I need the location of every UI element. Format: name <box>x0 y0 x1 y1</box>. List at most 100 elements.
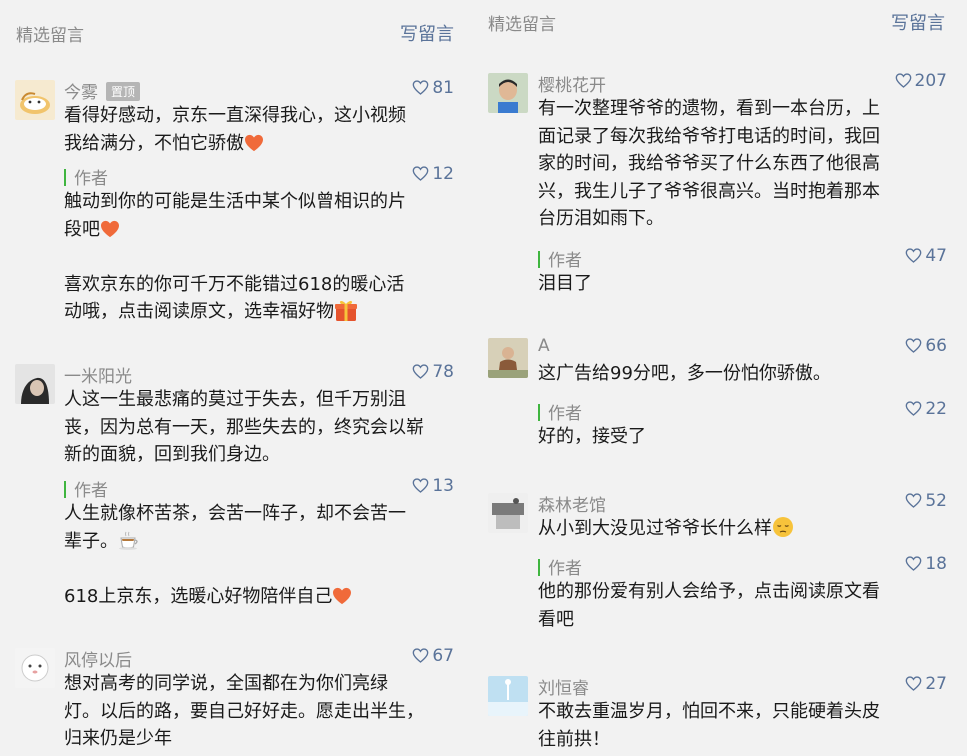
red-heart-emoji <box>244 134 264 152</box>
comment-line-text: 从小到大没见过爷爷长什么样 <box>538 518 772 539</box>
heart-outline-icon <box>905 493 922 508</box>
like-count: 207 <box>914 71 947 91</box>
comment-line: 归来仍是少年 <box>64 728 172 749</box>
comment-text: 有一次整理爷爷的遗物，看到一本台历，上 面记录了每次我给爷爷打电话的时间，我回 … <box>538 95 945 233</box>
left-comment-panel: 精选留言 写留言 今雾 置顶 81 看得好感动，京东一直深得我心，这小视频 我给满… <box>0 0 474 756</box>
tea-emoji <box>119 531 138 550</box>
gift-emoji <box>335 300 357 321</box>
reply-line-text: 动哦，点击阅读原文，选幸福好物 <box>64 301 334 322</box>
like-count: 27 <box>925 674 947 694</box>
avatar[interactable] <box>15 648 55 688</box>
comment-line: 新的面貌，回到我们身边。 <box>64 444 280 465</box>
comment-line: 兴，我生儿子了爷爷很高兴。当时抱着那本 <box>538 180 880 202</box>
avatar[interactable] <box>488 676 528 716</box>
comment-text: 不敢去重温岁月，怕回不来，只能硬着头皮 往前拱！ <box>538 698 945 753</box>
reply-line: 段吧 <box>64 216 452 244</box>
like-count: 81 <box>432 78 454 98</box>
comment-text: 看得好感动，京东一直深得我心，这小视频 我给满分，不怕它骄傲 <box>64 102 452 157</box>
like-button[interactable]: 66 <box>905 336 947 356</box>
avatar[interactable] <box>488 73 528 113</box>
like-button[interactable]: 78 <box>412 362 454 382</box>
reply-text: 泪目了 <box>538 270 945 298</box>
reply-line: 人生就像杯苦茶，会苦一阵子，却不会苦一 <box>64 503 406 524</box>
like-button[interactable]: 47 <box>905 246 947 266</box>
reply-line: 喜欢京东的你可千万不能错过618的暖心活 <box>64 273 405 295</box>
write-comment-link[interactable]: 写留言 <box>400 20 454 46</box>
commenter-name[interactable]: 森林老馆 <box>538 491 606 516</box>
heart-outline-icon <box>905 401 922 416</box>
section-label: 精选留言 <box>16 26 84 46</box>
avatar[interactable] <box>488 338 528 378</box>
comment-line: 从小到大没见过爷爷长什么样 <box>538 515 945 543</box>
comment-line: 台历泪如雨下。 <box>538 208 664 229</box>
comment-line: 往前拱！ <box>538 728 610 750</box>
reply-line <box>64 243 452 271</box>
heart-outline-icon <box>412 478 429 493</box>
comment-line: 面记录了每次我给爷爷打电话的时间，我回 <box>538 125 880 147</box>
reply-line-text: 618上京东，选暖心好物陪伴自己 <box>64 585 333 607</box>
author-reply-bar <box>538 559 540 576</box>
commenter-name[interactable]: 一米阳光 <box>64 362 132 387</box>
heart-outline-icon <box>412 364 429 379</box>
like-count: 52 <box>925 491 947 511</box>
reply-line <box>64 555 452 583</box>
comment-line: 丧，因为总有一天，那些失去的，终究会以崭 <box>64 416 424 438</box>
like-button[interactable]: 27 <box>905 674 947 694</box>
like-button[interactable]: 22 <box>905 399 947 419</box>
heart-outline-icon <box>905 556 922 571</box>
commenter-name[interactable]: 樱桃花开 <box>538 71 606 96</box>
like-button[interactable]: 207 <box>895 71 947 91</box>
author-label: 作者 <box>548 559 582 579</box>
commenter-name[interactable]: 风停以后 <box>64 646 132 671</box>
pensive-face-emoji <box>773 517 793 537</box>
author-label: 作者 <box>74 169 108 189</box>
like-count: 13 <box>432 476 454 496</box>
author-reply-bar <box>538 251 540 268</box>
reply-line: 动哦，点击阅读原文，选幸福好物 <box>64 298 452 326</box>
like-button[interactable]: 18 <box>905 554 947 574</box>
author-reply-bar <box>64 481 66 498</box>
red-heart-emoji <box>332 587 352 605</box>
comment-line-text: 我给满分，不怕它骄傲 <box>64 132 244 154</box>
red-heart-emoji <box>100 220 120 238</box>
comment-line: 有一次整理爷爷的遗物，看到一本台历，上 <box>538 98 880 119</box>
avatar[interactable] <box>15 80 55 120</box>
reply-line-text: 段吧 <box>64 218 100 240</box>
pinned-badge: 置顶 <box>106 82 141 101</box>
heart-outline-icon <box>905 338 922 353</box>
like-count: 18 <box>925 554 947 574</box>
like-button[interactable]: 13 <box>412 476 454 496</box>
like-button[interactable]: 12 <box>412 164 454 184</box>
like-count: 22 <box>925 399 947 419</box>
like-button[interactable]: 67 <box>412 646 454 666</box>
comment-line: 家的时间，我给爷爷买了什么东西了他很高 <box>538 153 880 174</box>
comment-text: 想对高考的同学说，全国都在为你们亮绿 灯。以后的路，要自己好好走。愿走出半生， … <box>64 670 452 753</box>
author-reply-bar <box>64 169 66 186</box>
reply-line: 618上京东，选暖心好物陪伴自己 <box>64 583 452 611</box>
comment-line: 灯。以后的路，要自己好好走。愿走出半生， <box>64 700 424 722</box>
commenter-name[interactable]: 今雾 置顶 <box>64 78 141 103</box>
reply-text: 人生就像杯苦茶，会苦一阵子，却不会苦一 辈子。 618上京东，选暖心好物陪伴自己 <box>64 500 452 610</box>
reply-line: 触动到你的可能是生活中某个似曾相识的片 <box>64 191 406 212</box>
comment-text: 这广告给99分吧，多一份怕你骄傲。 <box>538 360 945 388</box>
commenter-name[interactable]: 刘恒睿 <box>538 674 589 699</box>
avatar[interactable] <box>488 493 528 533</box>
heart-outline-icon <box>905 248 922 263</box>
author-label: 作者 <box>74 481 108 501</box>
comment-line: 我给满分，不怕它骄傲 <box>64 130 452 158</box>
reply-line: 辈子。 <box>64 528 452 556</box>
write-comment-link[interactable]: 写留言 <box>891 9 945 35</box>
reply-line: 泪目了 <box>538 273 592 294</box>
comment-line: 想对高考的同学说，全国都在为你们亮绿 <box>64 673 388 694</box>
commenter-name-text: 今雾 <box>64 83 98 103</box>
commenter-name[interactable]: A <box>538 336 550 356</box>
comment-line: 人这一生最悲痛的莫过于失去，但千万别沮 <box>64 389 406 410</box>
avatar[interactable] <box>15 364 55 404</box>
like-button[interactable]: 52 <box>905 491 947 511</box>
comment-line: 不敢去重温岁月，怕回不来，只能硬着头皮 <box>538 701 880 722</box>
reply-line: 他的那份爱有别人会给予，点击阅读原文看 <box>538 581 880 602</box>
like-button[interactable]: 81 <box>412 78 454 98</box>
like-count: 12 <box>432 164 454 184</box>
heart-outline-icon <box>895 73 912 88</box>
heart-outline-icon <box>412 80 429 95</box>
